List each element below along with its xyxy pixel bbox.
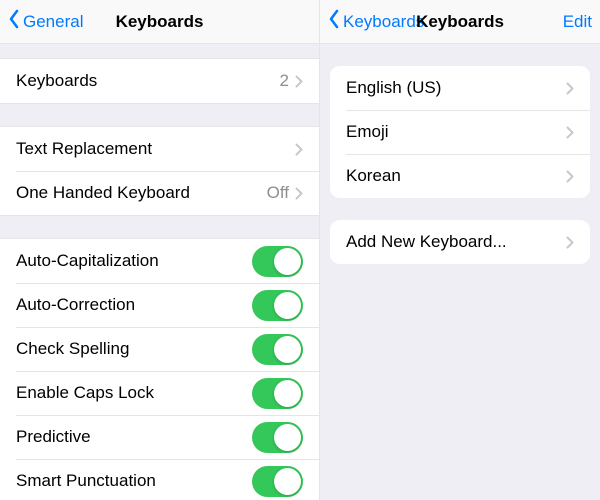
row-label: English (US) [346,78,566,98]
back-button[interactable]: Keyboards [328,9,424,34]
row-label: Check Spelling [16,339,252,359]
toggle-switch[interactable] [252,246,303,277]
content-scroll[interactable]: Keyboards 2 Text Replacement One Handed … [0,44,319,500]
one-handed-row[interactable]: One Handed Keyboard Off [0,171,319,215]
toggle-row: Smart Punctuation [0,459,319,500]
back-label: General [23,12,83,32]
chevron-right-icon [566,82,574,95]
toggle-switch[interactable] [252,422,303,453]
chevron-right-icon [566,236,574,249]
row-label: Keyboards [16,71,280,91]
row-label: Smart Punctuation [16,471,252,491]
add-keyboard-row[interactable]: Add New Keyboard... [330,220,590,264]
row-label: Add New Keyboard... [346,232,566,252]
row-label: Enable Caps Lock [16,383,252,403]
chevron-right-icon [295,143,303,156]
group-text: Text Replacement One Handed Keyboard Off [0,126,319,216]
toggle-switch[interactable] [252,290,303,321]
group-active-keyboards: English (US) Emoji Korean [330,66,590,198]
keyboard-row[interactable]: Korean [330,154,590,198]
text-replacement-row[interactable]: Text Replacement [0,127,319,171]
chevron-left-icon [8,9,23,34]
row-label: Auto-Capitalization [16,251,252,271]
chevron-left-icon [328,9,343,34]
back-button[interactable]: General [8,9,83,34]
toggle-row: Auto-Correction [0,283,319,327]
row-label: Korean [346,166,566,186]
toggle-row: Predictive [0,415,319,459]
group-toggles: Auto-Capitalization Auto-Correction Check … [0,238,319,500]
row-label: Emoji [346,122,566,142]
chevron-right-icon [566,126,574,139]
chevron-right-icon [566,170,574,183]
toggle-switch[interactable] [252,378,303,409]
group-add-keyboard: Add New Keyboard... [330,220,590,264]
keyboards-list-pane: Keyboards Keyboards Edit English (US) Emo… [320,0,600,500]
toggle-row: Auto-Capitalization [0,239,319,283]
back-label: Keyboards [343,12,424,32]
row-label: Auto-Correction [16,295,252,315]
content-scroll[interactable]: English (US) Emoji Korean Add New Keyboard… [320,44,600,500]
navbar: General Keyboards [0,0,319,44]
chevron-right-icon [295,187,303,200]
navbar: Keyboards Keyboards Edit [320,0,600,44]
group-keyboards: Keyboards 2 [0,58,319,104]
chevron-right-icon [295,75,303,88]
row-label: Predictive [16,427,252,447]
keyboard-row[interactable]: Emoji [330,110,590,154]
toggle-row: Enable Caps Lock [0,371,319,415]
row-value: Off [267,183,289,203]
keyboards-count: 2 [280,71,289,91]
settings-keyboards-pane: General Keyboards Keyboards 2 Text Repla… [0,0,320,500]
toggle-switch[interactable] [252,466,303,497]
row-label: One Handed Keyboard [16,183,267,203]
keyboard-row[interactable]: English (US) [330,66,590,110]
toggle-switch[interactable] [252,334,303,365]
keyboards-row[interactable]: Keyboards 2 [0,59,319,103]
row-label: Text Replacement [16,139,295,159]
edit-button[interactable]: Edit [563,12,592,32]
toggle-row: Check Spelling [0,327,319,371]
